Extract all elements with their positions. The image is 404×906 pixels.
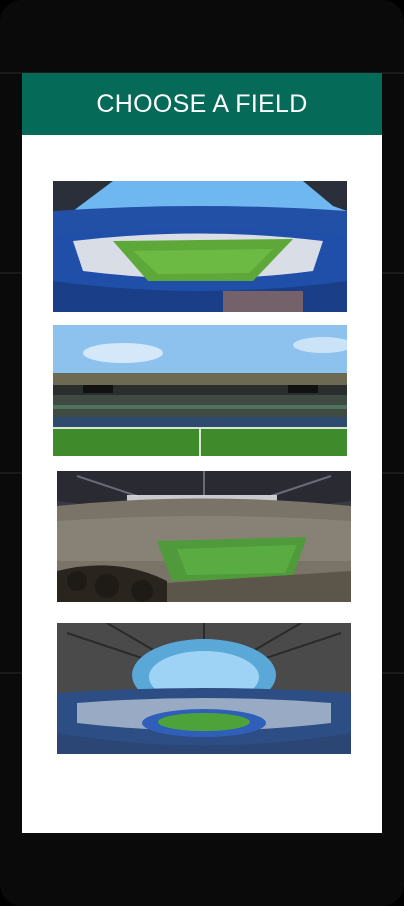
stadium-bowl-image <box>53 181 347 312</box>
field-option-3[interactable] <box>57 471 351 602</box>
app-header: CHOOSE A FIELD <box>22 73 382 135</box>
field-option-4[interactable] <box>57 623 351 754</box>
device-frame: CHOOSE A FIELD <box>0 0 404 906</box>
field-option-1[interactable] <box>53 181 347 312</box>
stadium-side-image <box>53 325 347 456</box>
stadium-night-image <box>57 471 351 602</box>
field-option-2[interactable] <box>53 325 347 456</box>
app-screen: CHOOSE A FIELD <box>22 73 382 833</box>
stadium-open-roof-image <box>57 623 351 754</box>
page-title: CHOOSE A FIELD <box>96 89 308 118</box>
